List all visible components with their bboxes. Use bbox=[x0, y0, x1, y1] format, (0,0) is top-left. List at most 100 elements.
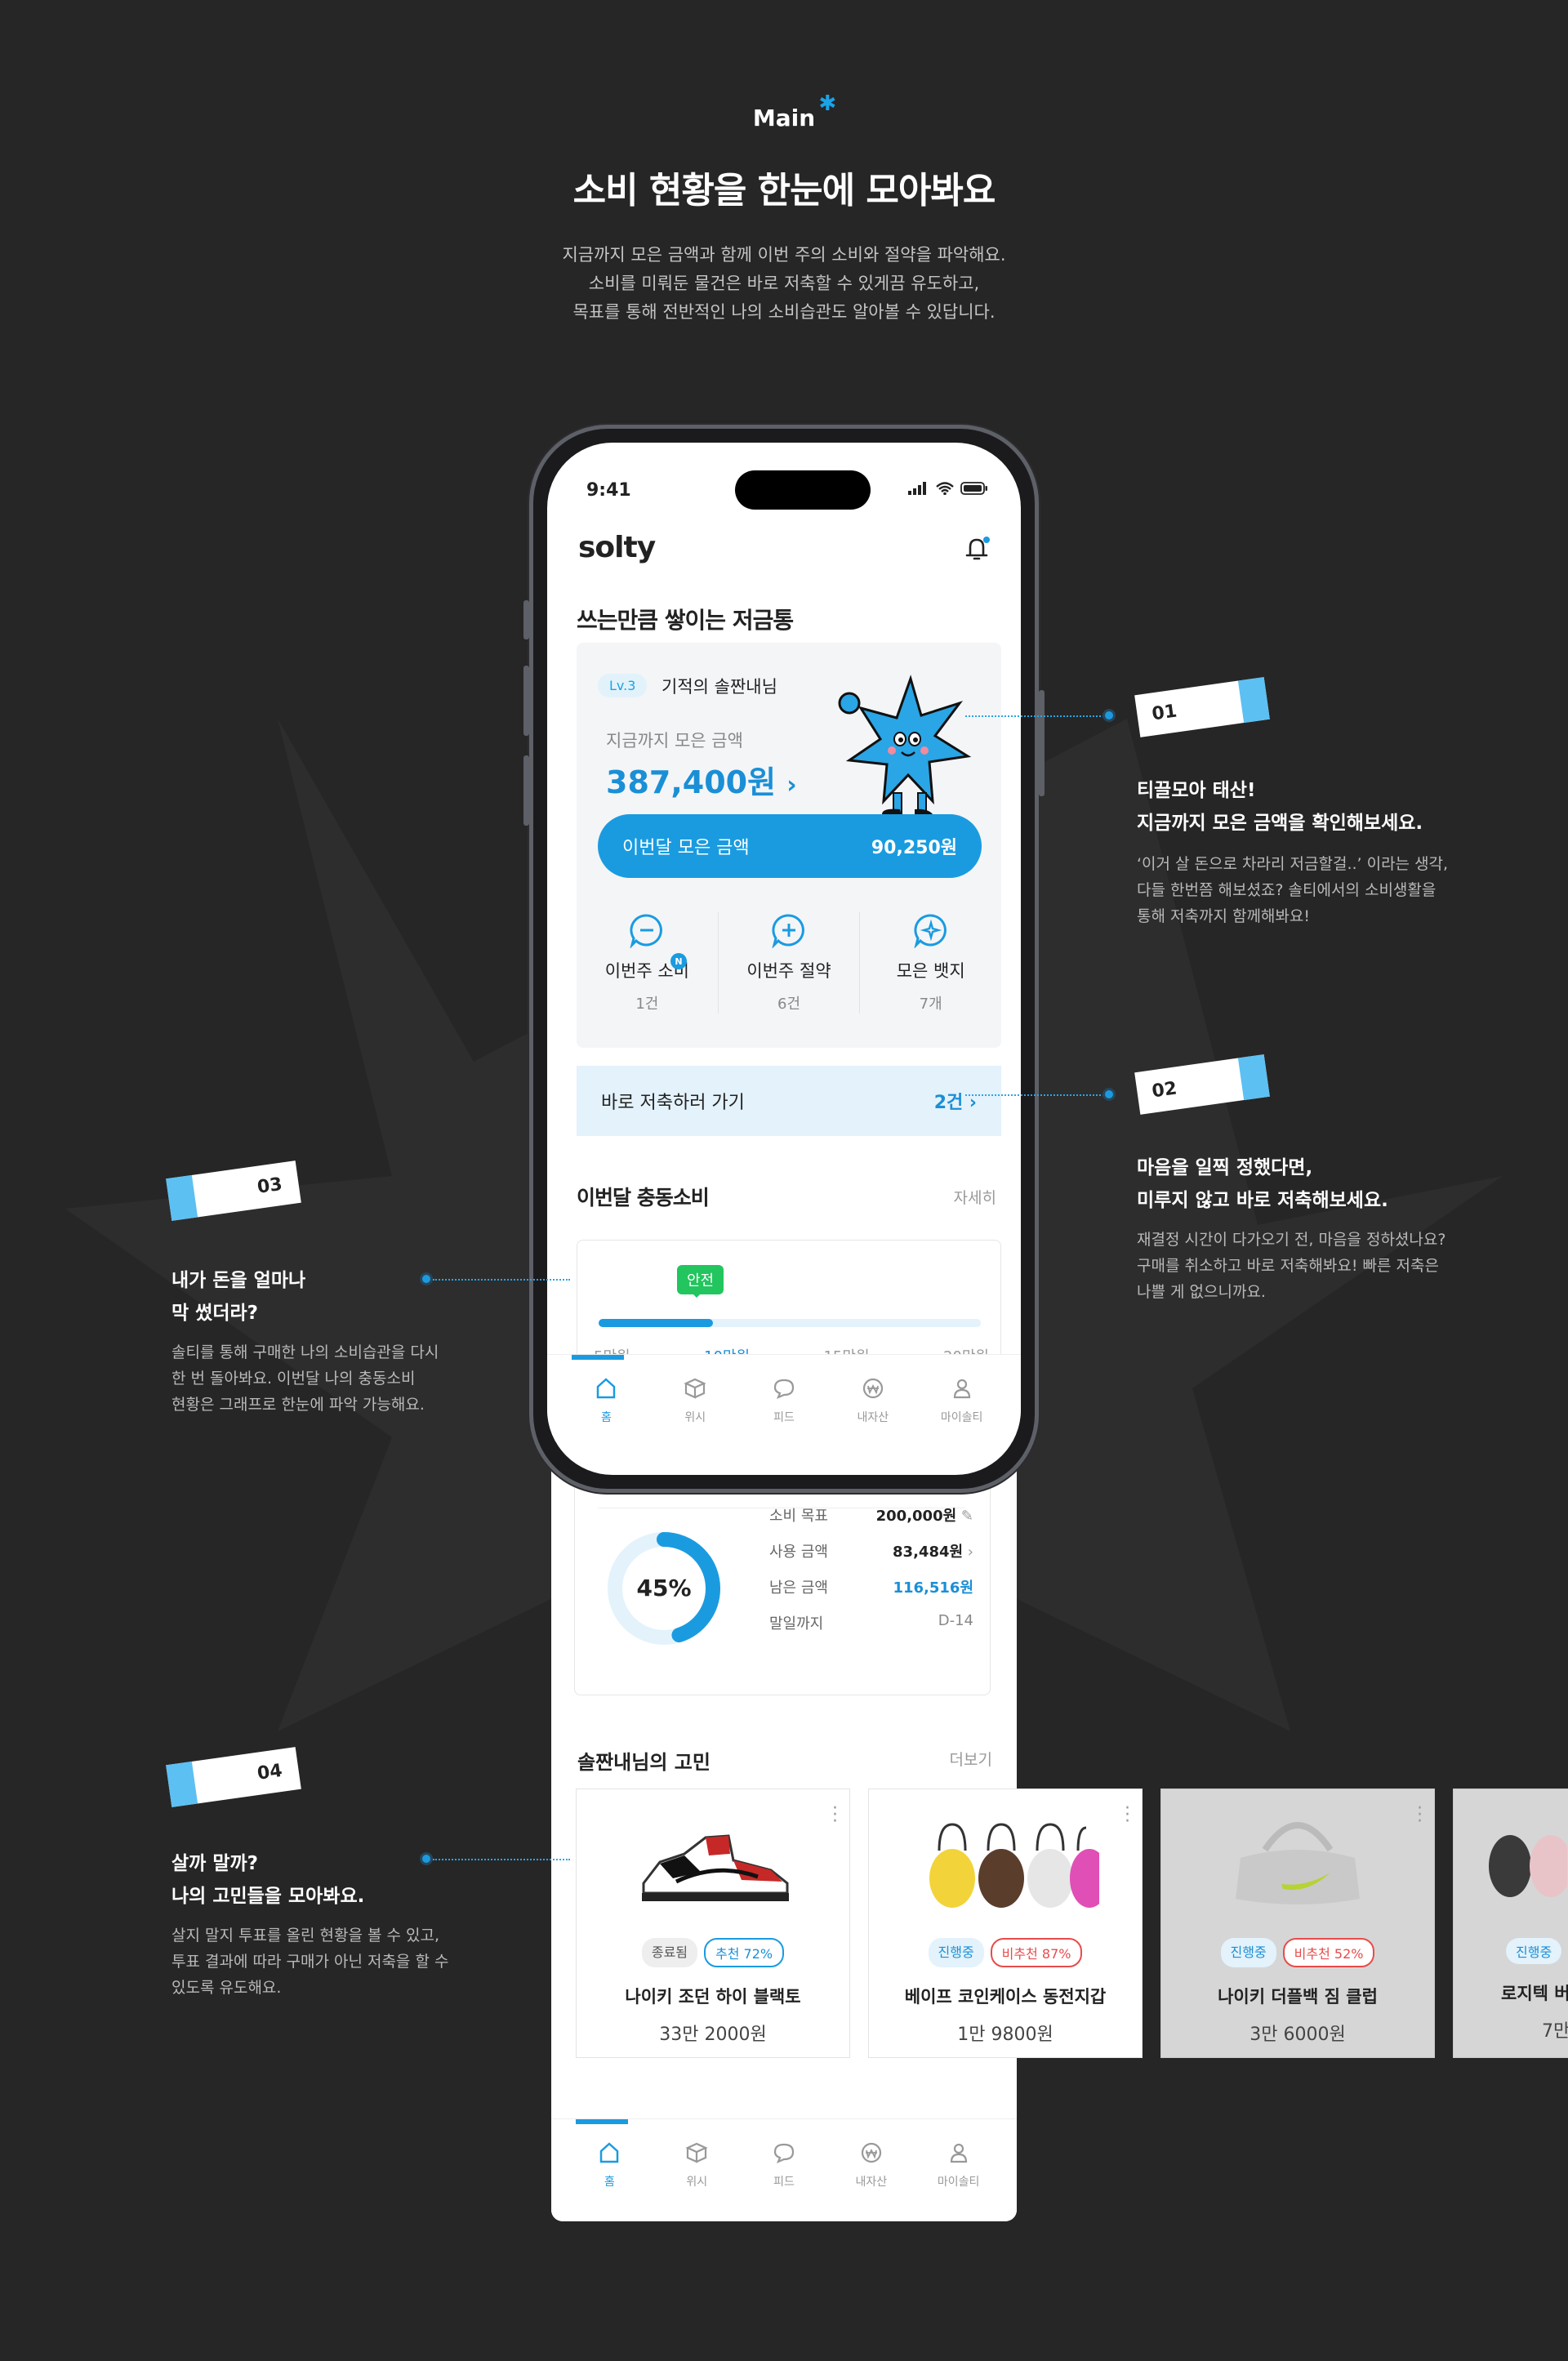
more-options-icon[interactable]: · · · bbox=[1417, 1800, 1423, 1831]
won-coin-icon bbox=[862, 1378, 883, 1399]
more-options-icon[interactable]: · · · bbox=[832, 1800, 838, 1831]
badge-chat-icon bbox=[914, 914, 947, 948]
month-saved-bar[interactable]: 이번달 모은 금액 90,250원 bbox=[598, 814, 982, 878]
leader-dot bbox=[1102, 1088, 1116, 1101]
tab-feed[interactable]: 피드 bbox=[740, 1355, 829, 1442]
status-badge: 진행중 bbox=[1506, 1938, 1562, 1964]
product-name: 나이키 더플백 짐 클럽 bbox=[1218, 1987, 1378, 2007]
worry-card[interactable]: · · · 진행중 비추천 87% 베이프 코인케이스 동전지갑 1만 9800원 bbox=[868, 1789, 1143, 2058]
plus-chat-icon bbox=[772, 914, 804, 948]
star-mascot-image bbox=[838, 675, 972, 822]
leader-dot bbox=[1102, 709, 1116, 722]
page-description: 지금까지 모은 금액과 함께 이번 주의 소비와 절약을 파악해요. 소비를 미… bbox=[562, 245, 1006, 322]
piggy-card: Lv.3 기적의 솔짠내님 지금까지 모은 금액 387,400원 › 이번달 … bbox=[577, 643, 1001, 1048]
callout-desc-02: 재결정 시간이 다가오기 전, 마음을 정하셨나요? 구매를 취소하고 바로 저축… bbox=[1137, 1231, 1446, 1301]
bell-icon[interactable] bbox=[964, 534, 991, 564]
product-name: 베이프 코인케이스 동전지갑 bbox=[904, 1987, 1107, 2007]
worry-card[interactable]: · · · 종료됨 추천 72% 나이키 조던 하이 블랙토 33만 2000원 bbox=[576, 1789, 850, 2058]
tab-wish[interactable]: 위시 bbox=[653, 2119, 741, 2221]
budget-row-goal[interactable]: 소비 목표 200,000원 ✎ bbox=[769, 1504, 973, 1526]
tab-assets[interactable]: 내자산 bbox=[827, 2119, 915, 2221]
stat-badges[interactable]: 모은 뱃지 7개 bbox=[859, 912, 1001, 1013]
stat-weekly-save[interactable]: 이번주 절약 6건 bbox=[717, 912, 860, 1013]
budget-card[interactable]: 45% 소비 목표 200,000원 ✎ 사용 금액 83,484원 › 남은 금액… bbox=[574, 1462, 991, 1695]
home-icon bbox=[597, 1378, 616, 1399]
sneaker-image bbox=[577, 1801, 849, 1923]
worries-title: 솔짠내님의 고민 bbox=[577, 1751, 710, 1774]
wifi-icon bbox=[936, 482, 954, 495]
budget-donut-chart: 45% bbox=[608, 1532, 720, 1645]
minus-chat-icon bbox=[630, 914, 663, 948]
tab-wish[interactable]: 위시 bbox=[651, 1355, 740, 1442]
dynamic-island bbox=[735, 470, 871, 510]
duffel-bag-image bbox=[1161, 1801, 1434, 1923]
status-badge: 진행중 bbox=[1220, 1938, 1276, 1967]
product-name: 나이키 조던 하이 블랙토 bbox=[625, 1987, 801, 2007]
budget-row-remaining: 남은 금액 116,516원 bbox=[769, 1579, 973, 1597]
home-icon bbox=[600, 2142, 619, 2163]
saved-label: 지금까지 모은 금액 bbox=[606, 731, 743, 751]
status-time: 9:41 bbox=[586, 480, 631, 501]
status-icons bbox=[908, 482, 988, 495]
stat-weekly-spend[interactable]: 이번주 소비 1건 N bbox=[577, 912, 718, 1013]
worries-more-link[interactable]: 더보기 bbox=[950, 1748, 992, 1770]
callout-desc-04: 살지 말지 투표를 올린 현황을 볼 수 있고, 투표 결과에 따라 구매가 아닌… bbox=[172, 1927, 449, 1997]
tab-home[interactable]: 홈 bbox=[566, 2119, 653, 2221]
leader-line bbox=[965, 1094, 1111, 1096]
budget-row-dday: 말일까지 D-14 bbox=[769, 1612, 973, 1633]
app-screen: 9:41 solty 쓰는만큼 쌓이는 저금통 Lv.3 기적의 솔짠내님 지금… bbox=[547, 443, 1021, 1475]
page-title: 소비 현황을 한눈에 모아봐요 bbox=[572, 170, 996, 212]
callout-badge-04: 04 bbox=[166, 1747, 301, 1807]
impulse-progress bbox=[599, 1319, 981, 1327]
callout-desc-01: ‘이거 살 돈으로 차라리 저금할걸..’ 이라는 생각, 다들 한번쯤 해보셨죠… bbox=[1137, 855, 1449, 925]
callout-title-01: 티끌모아 태산! 지금까지 모은 금액을 확인해보세요. bbox=[1137, 780, 1423, 834]
tab-mypage[interactable]: 마이솔티 bbox=[915, 2119, 1002, 2221]
status-badge: 종료됨 bbox=[641, 1938, 698, 1967]
phone-mockup: 9:41 solty 쓰는만큼 쌓이는 저금통 Lv.3 기적의 솔짠내님 지금… bbox=[523, 425, 1045, 1493]
tab-assets[interactable]: 내자산 bbox=[828, 1355, 917, 1442]
extended-screen: 45% 소비 목표 200,000원 ✎ 사용 금액 83,484원 › 남은 금액… bbox=[551, 1462, 1568, 2221]
worry-card[interactable]: 진행중 로지텍 버티 7만 47 bbox=[1453, 1789, 1568, 2058]
mouse-image bbox=[1454, 1801, 1568, 1923]
asterisk-icon: ✱ bbox=[818, 91, 837, 116]
worries-carousel[interactable]: · · · 종료됨 추천 72% 나이키 조던 하이 블랙토 33만 2000원 · ·… bbox=[576, 1789, 1568, 2058]
product-price: 7만 47 bbox=[1542, 2021, 1568, 2042]
vote-badge: 추천 72% bbox=[704, 1938, 785, 1967]
chat-icon bbox=[773, 2143, 795, 2164]
chevron-right-icon: › bbox=[967, 1544, 973, 1561]
signal-icon bbox=[908, 482, 926, 495]
product-name: 로지텍 버티 bbox=[1501, 1984, 1568, 2003]
vote-badge: 비추천 87% bbox=[990, 1938, 1083, 1967]
status-badge: 진행중 bbox=[928, 1938, 984, 1967]
chevron-right-icon: › bbox=[786, 771, 797, 800]
leader-line bbox=[965, 715, 1111, 717]
leader-line bbox=[433, 1279, 570, 1281]
won-coin-icon bbox=[861, 2142, 881, 2163]
user-icon bbox=[953, 1379, 970, 1399]
budget-percent: 45% bbox=[636, 1575, 691, 1601]
callout-title-04: 살까 말까? 나의 고민들을 모아봐요. bbox=[172, 1853, 365, 1907]
piggy-title: 쓰는만큼 쌓이는 저금통 bbox=[577, 607, 794, 634]
coin-case-image bbox=[869, 1801, 1142, 1923]
page-header: Main ✱ 소비 현황을 한눈에 모아봐요 지금까지 모은 금액과 함께 이번 … bbox=[0, 91, 1568, 327]
pencil-icon[interactable]: ✎ bbox=[961, 1508, 973, 1525]
nickname: 기적의 솔짠내님 bbox=[662, 677, 777, 697]
leader-line bbox=[433, 1859, 570, 1860]
budget-row-used[interactable]: 사용 금액 83,484원 › bbox=[769, 1540, 973, 1561]
tab-home[interactable]: 홈 bbox=[562, 1355, 651, 1442]
vote-badge: 비추천 52% bbox=[1282, 1938, 1375, 1967]
product-price: 33만 2000원 bbox=[659, 2025, 767, 2045]
app-logo: solty bbox=[578, 531, 656, 564]
battery-icon bbox=[960, 482, 987, 495]
saved-amount[interactable]: 387,400원 › bbox=[606, 757, 797, 802]
section-tag: Main ✱ bbox=[752, 91, 837, 131]
bottom-tab-bar: 홈 위시 피드 내자산 마이솔티 bbox=[547, 1354, 1021, 1442]
save-now-banner[interactable]: 바로 저축하러 가기 2건 › bbox=[577, 1066, 1001, 1136]
worry-card[interactable]: · · · 진행중 비추천 52% 나이키 더플백 짐 클럽 3만 6000원 bbox=[1160, 1789, 1435, 2058]
tab-feed[interactable]: 피드 bbox=[741, 2119, 828, 2221]
tab-mypage[interactable]: 마이솔티 bbox=[917, 1355, 1006, 1442]
impulse-title: 이번달 충동소비 bbox=[577, 1186, 710, 1209]
impulse-more-link[interactable]: 자세히 bbox=[954, 1186, 996, 1208]
status-badge: 안전 bbox=[677, 1265, 724, 1298]
more-options-icon[interactable]: · · · bbox=[1125, 1800, 1130, 1831]
